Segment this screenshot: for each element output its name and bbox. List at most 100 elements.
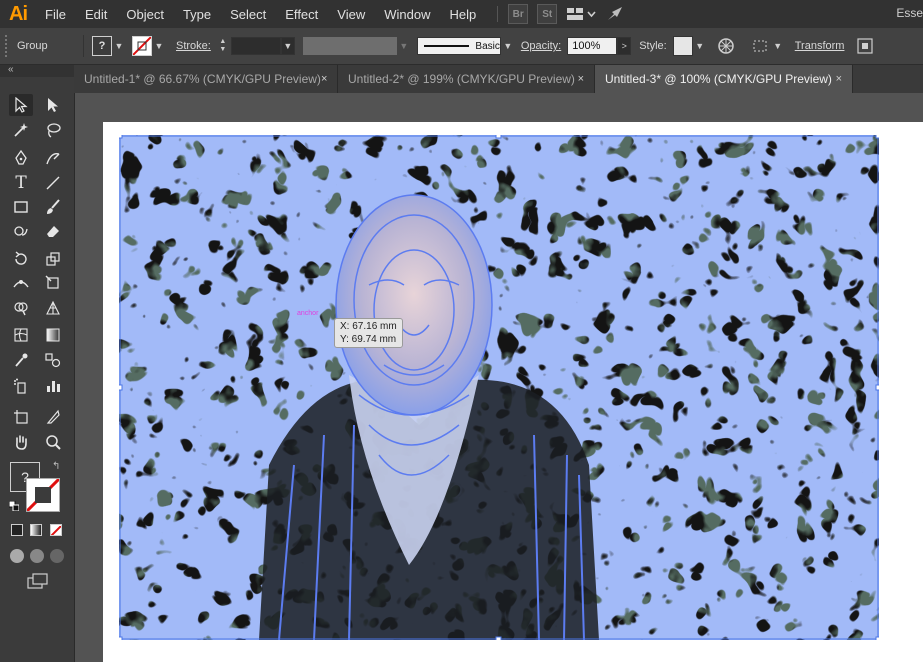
selection-tool-icon[interactable] [9, 94, 33, 116]
opacity-label[interactable]: Opacity: [521, 40, 561, 52]
selection-type-label: Group [17, 40, 48, 52]
color-mode-icon[interactable] [11, 524, 23, 536]
column-graph-tool-icon[interactable] [41, 375, 65, 397]
free-transform-tool-icon[interactable] [41, 272, 65, 294]
workspace-switcher[interactable]: Esse [896, 6, 923, 20]
menu-help[interactable]: Help [449, 7, 476, 22]
app-logo: Ai [9, 2, 28, 25]
isolate-group-icon[interactable] [856, 37, 874, 55]
draw-normal-icon[interactable] [10, 549, 24, 563]
transform-button[interactable]: Transform [795, 40, 845, 52]
stroke-weight-chevron-icon[interactable]: ▼ [280, 37, 295, 55]
swap-fill-stroke-icon[interactable]: ↰ [52, 461, 60, 472]
gpu-performance-icon[interactable] [606, 6, 624, 22]
rectangle-tool-icon[interactable] [9, 196, 33, 218]
y-coordinate: Y: 69.74 mm [340, 334, 397, 345]
shaper-tool-icon[interactable] [9, 220, 33, 242]
close-icon[interactable]: × [321, 73, 327, 85]
align-chevron-icon[interactable]: ▼ [771, 37, 785, 55]
menu-separator [497, 6, 499, 22]
menu-object[interactable]: Object [126, 7, 164, 22]
opacity-chevron-icon[interactable]: > [617, 37, 632, 55]
rotate-tool-icon[interactable] [9, 248, 33, 270]
stroke-weight-stepper[interactable]: ▲ ▼ [217, 37, 229, 55]
scale-tool-icon[interactable] [41, 248, 65, 270]
zoom-tool-icon[interactable] [41, 431, 65, 453]
canvas[interactable]: anchor X: 67.16 mm Y: 69.74 mm [75, 93, 923, 662]
perspective-grid-tool-icon[interactable] [41, 297, 65, 319]
type-tool-icon[interactable]: T [9, 172, 33, 194]
magic-wand-tool-icon[interactable] [9, 119, 33, 141]
cb-divider [83, 35, 84, 57]
hand-tool-icon[interactable] [9, 431, 33, 453]
brush-stroke-line [423, 45, 470, 47]
gradient-tool-icon[interactable] [41, 324, 65, 346]
x-coordinate: X: 67.16 mm [340, 321, 397, 332]
menu-effect[interactable]: Effect [285, 7, 318, 22]
stroke-color-box[interactable] [26, 478, 60, 512]
stroke-label[interactable]: Stroke: [176, 40, 211, 52]
stroke-swatch[interactable] [132, 36, 152, 56]
profile-chevron-icon[interactable]: ▼ [397, 37, 411, 55]
graphic-style-swatch[interactable] [672, 36, 693, 56]
variable-width-profile[interactable] [302, 37, 397, 55]
style-label: Style: [639, 40, 667, 52]
slice-tool-icon[interactable] [41, 406, 65, 428]
blend-tool-icon[interactable] [41, 349, 65, 371]
menu-view[interactable]: View [337, 7, 365, 22]
opacity-input[interactable]: 100% [567, 37, 618, 55]
fill-swatch[interactable]: ? [92, 36, 112, 56]
stroke-weight-input[interactable] [230, 37, 281, 55]
draw-behind-icon[interactable] [30, 549, 44, 563]
line-segment-tool-icon[interactable] [41, 172, 65, 194]
draw-inside-icon[interactable] [50, 549, 64, 563]
bridge-button[interactable]: Br [508, 4, 529, 24]
arrange-documents-icon[interactable] [566, 7, 596, 21]
close-icon[interactable]: × [578, 73, 584, 85]
paintbrush-tool-icon[interactable] [41, 196, 65, 218]
tools-panel: T ? ↰ [0, 77, 75, 662]
eyedropper-tool-icon[interactable] [9, 349, 33, 371]
align-to-icon[interactable] [751, 37, 771, 55]
graphic-style-chevron-icon[interactable]: ▼ [693, 37, 707, 55]
traced-artwork[interactable]: anchor [119, 135, 879, 640]
width-tool-icon[interactable] [9, 272, 33, 294]
stroke-dropdown-chevron-icon[interactable]: ▼ [152, 37, 166, 55]
gradient-mode-icon[interactable] [30, 524, 42, 536]
pen-tool-icon[interactable] [9, 147, 33, 169]
symbol-sprayer-tool-icon[interactable] [9, 375, 33, 397]
screen-mode-icon[interactable] [27, 573, 49, 592]
tab-untitled-3[interactable]: Untitled-3* @ 100% (CMYK/GPU Preview) × [595, 65, 853, 93]
tab-label: Untitled-3* @ 100% (CMYK/GPU Preview) [605, 72, 832, 86]
tab-untitled-2[interactable]: Untitled-2* @ 199% (CMYK/GPU Preview) × [338, 65, 595, 93]
tab-label: Untitled-2* @ 199% (CMYK/GPU Preview) [348, 72, 575, 86]
brush-definition[interactable]: Basic [416, 37, 501, 55]
fill-dropdown-chevron-icon[interactable]: ▼ [112, 37, 126, 55]
curvature-tool-icon[interactable] [41, 147, 65, 169]
smart-guide-label: anchor [297, 310, 319, 317]
artboard-tool-icon[interactable] [9, 406, 33, 428]
recolor-artwork-icon[interactable] [717, 37, 735, 55]
direct-selection-tool-icon[interactable] [41, 94, 65, 116]
default-fill-stroke-icon[interactable] [8, 500, 20, 512]
brush-chevron-icon[interactable]: ▼ [501, 37, 515, 55]
lasso-tool-icon[interactable] [41, 119, 65, 141]
close-icon[interactable]: × [836, 73, 842, 85]
eraser-tool-icon[interactable] [41, 220, 65, 242]
none-mode-icon[interactable] [50, 524, 62, 536]
menu-select[interactable]: Select [230, 7, 266, 22]
panel-grip-icon [5, 35, 11, 57]
tab-untitled-1[interactable]: Untitled-1* @ 66.67% (CMYK/GPU Preview) … [74, 65, 338, 93]
collapse-toolbar-icon[interactable]: « [8, 64, 14, 75]
menu-window[interactable]: Window [384, 7, 430, 22]
document-tabs: Untitled-1* @ 66.67% (CMYK/GPU Preview) … [74, 65, 923, 93]
brush-label: Basic [475, 40, 500, 52]
menu-edit[interactable]: Edit [85, 7, 107, 22]
mesh-tool-icon[interactable] [9, 324, 33, 346]
menu-file[interactable]: File [45, 7, 66, 22]
stock-button[interactable]: St [537, 4, 558, 24]
menu-type[interactable]: Type [183, 7, 211, 22]
toolbar-header[interactable]: « [0, 64, 74, 77]
shape-builder-tool-icon[interactable] [9, 297, 33, 319]
tab-label: Untitled-1* @ 66.67% (CMYK/GPU Preview) [84, 72, 321, 86]
